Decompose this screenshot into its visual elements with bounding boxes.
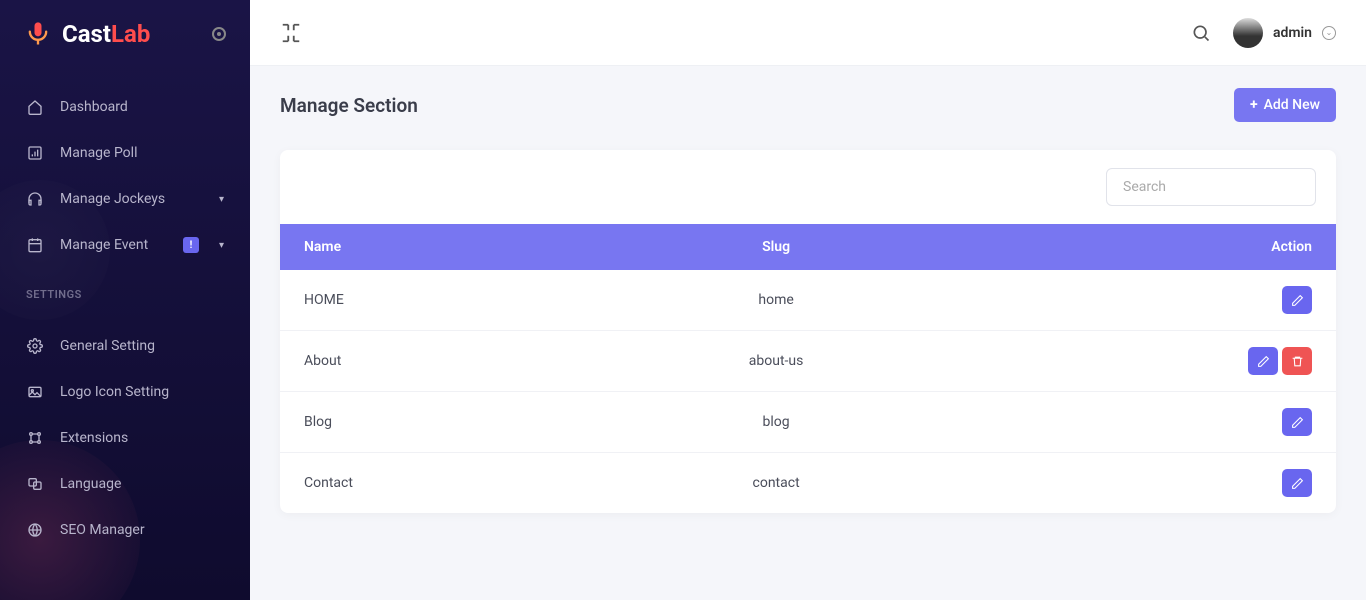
image-icon [26, 383, 44, 401]
page-title: Manage Section [280, 94, 418, 117]
col-slug: Slug [604, 224, 947, 270]
delete-button[interactable] [1282, 347, 1312, 375]
headphones-icon [26, 190, 44, 208]
table-row: Blogblog [280, 392, 1336, 453]
cell-action [948, 392, 1336, 453]
language-icon [26, 475, 44, 493]
cell-name: HOME [280, 270, 604, 331]
calendar-icon [26, 236, 44, 254]
home-icon [26, 98, 44, 116]
nav-settings: General Setting Logo Icon Setting Extens… [0, 307, 250, 553]
col-action: Action [948, 224, 1336, 270]
sidebar-item-manage-poll[interactable]: Manage Poll [0, 130, 250, 176]
sections-table: Name Slug Action HOMEhomeAboutabout-usBl… [280, 224, 1336, 513]
table-row: HOMEhome [280, 270, 1336, 331]
mic-icon [24, 20, 52, 48]
cell-name: Contact [280, 453, 604, 514]
user-menu[interactable]: admin ⌄ [1233, 18, 1336, 48]
sidebar-item-manage-event[interactable]: Manage Event ! ▾ [0, 222, 250, 268]
table-row: Aboutabout-us [280, 331, 1336, 392]
edit-button[interactable] [1282, 408, 1312, 436]
alert-badge: ! [183, 237, 199, 253]
sidebar-item-label: Manage Jockeys [60, 191, 203, 207]
logo-text: CastLab [62, 20, 150, 48]
cell-action [948, 331, 1336, 392]
cell-name: Blog [280, 392, 604, 453]
sidebar-item-label: Language [60, 476, 224, 492]
cell-action [948, 453, 1336, 514]
sidebar-item-general-setting[interactable]: General Setting [0, 323, 250, 369]
plus-icon: + [1250, 97, 1258, 113]
table-row: Contactcontact [280, 453, 1336, 514]
nav-main: Dashboard Manage Poll Manage Jockeys ▾ M… [0, 68, 250, 268]
globe-icon [26, 521, 44, 539]
sidebar-item-label: Dashboard [60, 99, 224, 115]
poll-icon [26, 144, 44, 162]
sidebar-item-dashboard[interactable]: Dashboard [0, 84, 250, 130]
chevron-down-icon: ▾ [219, 240, 224, 251]
edit-button[interactable] [1282, 469, 1312, 497]
chevron-down-icon: ⌄ [1322, 26, 1336, 40]
nav-heading-settings: SETTINGS [0, 268, 250, 307]
sidebar-item-label: Logo Icon Setting [60, 384, 224, 400]
sidebar-item-manage-jockeys[interactable]: Manage Jockeys ▾ [0, 176, 250, 222]
sidebar-item-extensions[interactable]: Extensions [0, 415, 250, 461]
cell-slug: about-us [604, 331, 947, 392]
gear-icon [26, 337, 44, 355]
col-name: Name [280, 224, 604, 270]
sidebar-item-label: Extensions [60, 430, 224, 446]
edit-button[interactable] [1282, 286, 1312, 314]
cell-slug: contact [604, 453, 947, 514]
collapse-sidebar-icon[interactable] [280, 22, 302, 44]
cell-slug: blog [604, 392, 947, 453]
search-input[interactable] [1106, 168, 1316, 206]
sidebar-item-label: General Setting [60, 338, 224, 354]
add-new-label: Add New [1264, 97, 1320, 113]
puzzle-icon [26, 429, 44, 447]
search-icon[interactable] [1191, 23, 1211, 43]
header: admin ⌄ [250, 0, 1366, 66]
sidebar-item-label: SEO Manager [60, 522, 224, 538]
sidebar-item-seo-manager[interactable]: SEO Manager [0, 507, 250, 553]
add-new-button[interactable]: + Add New [1234, 88, 1336, 122]
sidebar-item-label: Manage Event [60, 237, 167, 253]
sidebar-item-language[interactable]: Language [0, 461, 250, 507]
sidebar-item-label: Manage Poll [60, 145, 224, 161]
cell-slug: home [604, 270, 947, 331]
logo[interactable]: CastLab [0, 0, 250, 68]
edit-button[interactable] [1248, 347, 1278, 375]
sidebar: CastLab Dashboard Manage Poll Manage Joc… [0, 0, 250, 600]
chevron-down-icon: ▾ [219, 194, 224, 205]
cell-name: About [280, 331, 604, 392]
cell-action [948, 270, 1336, 331]
user-name: admin [1273, 25, 1312, 41]
target-icon[interactable] [212, 27, 226, 41]
avatar [1233, 18, 1263, 48]
sidebar-item-logo-icon-setting[interactable]: Logo Icon Setting [0, 369, 250, 415]
section-card: Name Slug Action HOMEhomeAboutabout-usBl… [280, 150, 1336, 513]
